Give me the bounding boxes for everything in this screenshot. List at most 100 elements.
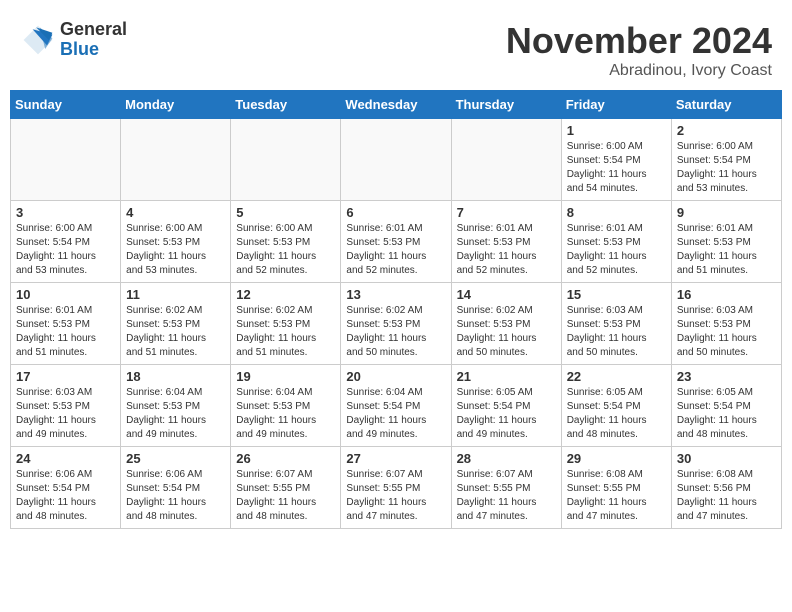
calendar-cell: 27 Sunrise: 6:07 AM Sunset: 5:55 PM Dayli… — [341, 447, 451, 529]
day-info: Sunrise: 6:01 AM Sunset: 5:53 PM Dayligh… — [567, 222, 666, 278]
calendar-cell: 16 Sunrise: 6:03 AM Sunset: 5:53 PM Dayli… — [671, 283, 781, 365]
day-number: 26 — [236, 451, 335, 466]
day-info: Sunrise: 6:02 AM Sunset: 5:53 PM Dayligh… — [346, 304, 445, 360]
day-number: 8 — [567, 205, 666, 220]
weekday-header: Tuesday — [231, 91, 341, 119]
calendar-cell: 1 Sunrise: 6:00 AM Sunset: 5:54 PM Daylig… — [561, 119, 671, 201]
calendar-week-row: 1 Sunrise: 6:00 AM Sunset: 5:54 PM Daylig… — [11, 119, 782, 201]
day-number: 29 — [567, 451, 666, 466]
day-info: Sunrise: 6:02 AM Sunset: 5:53 PM Dayligh… — [457, 304, 556, 360]
day-info: Sunrise: 6:04 AM Sunset: 5:53 PM Dayligh… — [126, 386, 225, 442]
calendar-cell: 21 Sunrise: 6:05 AM Sunset: 5:54 PM Dayli… — [451, 365, 561, 447]
day-info: Sunrise: 6:00 AM Sunset: 5:53 PM Dayligh… — [126, 222, 225, 278]
day-info: Sunrise: 6:05 AM Sunset: 5:54 PM Dayligh… — [677, 386, 776, 442]
day-number: 6 — [346, 205, 445, 220]
calendar-cell: 5 Sunrise: 6:00 AM Sunset: 5:53 PM Daylig… — [231, 201, 341, 283]
calendar-cell — [121, 119, 231, 201]
calendar-cell: 11 Sunrise: 6:02 AM Sunset: 5:53 PM Dayli… — [121, 283, 231, 365]
calendar-cell — [11, 119, 121, 201]
calendar-cell: 10Sunrise: 6:01 AM Sunset: 5:53 PM Dayli… — [11, 283, 121, 365]
day-number: 5 — [236, 205, 335, 220]
day-info: Sunrise: 6:07 AM Sunset: 5:55 PM Dayligh… — [457, 468, 556, 524]
weekday-header-row: SundayMondayTuesdayWednesdayThursdayFrid… — [11, 91, 782, 119]
day-number: 4 — [126, 205, 225, 220]
day-info: Sunrise: 6:02 AM Sunset: 5:53 PM Dayligh… — [126, 304, 225, 360]
calendar-cell — [231, 119, 341, 201]
logo-text: General Blue — [60, 20, 127, 60]
day-info: Sunrise: 6:03 AM Sunset: 5:53 PM Dayligh… — [567, 304, 666, 360]
location: Abradinou, Ivory Coast — [506, 62, 772, 80]
day-number: 20 — [346, 369, 445, 384]
day-number: 1 — [567, 123, 666, 138]
calendar-cell: 4 Sunrise: 6:00 AM Sunset: 5:53 PM Daylig… — [121, 201, 231, 283]
day-info: Sunrise: 6:00 AM Sunset: 5:54 PM Dayligh… — [677, 140, 776, 196]
day-info: Sunrise: 6:00 AM Sunset: 5:54 PM Dayligh… — [567, 140, 666, 196]
day-info: Sunrise: 6:01 AM Sunset: 5:53 PM Dayligh… — [346, 222, 445, 278]
day-info: Sunrise: 6:08 AM Sunset: 5:55 PM Dayligh… — [567, 468, 666, 524]
calendar-cell: 15 Sunrise: 6:03 AM Sunset: 5:53 PM Dayli… — [561, 283, 671, 365]
weekday-header: Wednesday — [341, 91, 451, 119]
day-number: 16 — [677, 287, 776, 302]
weekday-header: Saturday — [671, 91, 781, 119]
calendar-cell: 9 Sunrise: 6:01 AM Sunset: 5:53 PM Daylig… — [671, 201, 781, 283]
title-block: November 2024 Abradinou, Ivory Coast — [506, 20, 772, 80]
day-number: 9 — [677, 205, 776, 220]
calendar-week-row: 3 Sunrise: 6:00 AM Sunset: 5:54 PM Daylig… — [11, 201, 782, 283]
calendar-cell: 28 Sunrise: 6:07 AM Sunset: 5:55 PM Dayli… — [451, 447, 561, 529]
day-number: 7 — [457, 205, 556, 220]
day-number: 15 — [567, 287, 666, 302]
calendar-cell — [451, 119, 561, 201]
day-number: 11 — [126, 287, 225, 302]
weekday-header: Sunday — [11, 91, 121, 119]
calendar-cell: 3 Sunrise: 6:00 AM Sunset: 5:54 PM Daylig… — [11, 201, 121, 283]
calendar-week-row: 10Sunrise: 6:01 AM Sunset: 5:53 PM Dayli… — [11, 283, 782, 365]
day-number: 13 — [346, 287, 445, 302]
day-number: 27 — [346, 451, 445, 466]
calendar-cell: 19 Sunrise: 6:04 AM Sunset: 5:53 PM Dayli… — [231, 365, 341, 447]
calendar-week-row: 17 Sunrise: 6:03 AM Sunset: 5:53 PM Dayli… — [11, 365, 782, 447]
day-number: 21 — [457, 369, 556, 384]
calendar-cell — [341, 119, 451, 201]
calendar-cell: 12Sunrise: 6:02 AM Sunset: 5:53 PM Dayli… — [231, 283, 341, 365]
calendar-cell: 13 Sunrise: 6:02 AM Sunset: 5:53 PM Dayli… — [341, 283, 451, 365]
day-info: Sunrise: 6:05 AM Sunset: 5:54 PM Dayligh… — [457, 386, 556, 442]
month-title: November 2024 — [506, 20, 772, 62]
weekday-header: Thursday — [451, 91, 561, 119]
day-info: Sunrise: 6:00 AM Sunset: 5:53 PM Dayligh… — [236, 222, 335, 278]
day-info: Sunrise: 6:01 AM Sunset: 5:53 PM Dayligh… — [677, 222, 776, 278]
day-info: Sunrise: 6:05 AM Sunset: 5:54 PM Dayligh… — [567, 386, 666, 442]
calendar-cell: 30Sunrise: 6:08 AM Sunset: 5:56 PM Dayli… — [671, 447, 781, 529]
day-info: Sunrise: 6:07 AM Sunset: 5:55 PM Dayligh… — [346, 468, 445, 524]
calendar-cell: 29 Sunrise: 6:08 AM Sunset: 5:55 PM Dayli… — [561, 447, 671, 529]
calendar-cell: 14Sunrise: 6:02 AM Sunset: 5:53 PM Dayli… — [451, 283, 561, 365]
calendar-cell: 23 Sunrise: 6:05 AM Sunset: 5:54 PM Dayli… — [671, 365, 781, 447]
calendar-cell: 18 Sunrise: 6:04 AM Sunset: 5:53 PM Dayli… — [121, 365, 231, 447]
day-info: Sunrise: 6:04 AM Sunset: 5:53 PM Dayligh… — [236, 386, 335, 442]
day-number: 22 — [567, 369, 666, 384]
calendar-cell: 22 Sunrise: 6:05 AM Sunset: 5:54 PM Dayli… — [561, 365, 671, 447]
day-number: 28 — [457, 451, 556, 466]
day-info: Sunrise: 6:04 AM Sunset: 5:54 PM Dayligh… — [346, 386, 445, 442]
page-header: General Blue November 2024 Abradinou, Iv… — [10, 10, 782, 85]
calendar-table: SundayMondayTuesdayWednesdayThursdayFrid… — [10, 90, 782, 529]
day-number: 10 — [16, 287, 115, 302]
calendar-week-row: 24Sunrise: 6:06 AM Sunset: 5:54 PM Dayli… — [11, 447, 782, 529]
day-number: 23 — [677, 369, 776, 384]
calendar-cell: 17 Sunrise: 6:03 AM Sunset: 5:53 PM Dayli… — [11, 365, 121, 447]
day-number: 19 — [236, 369, 335, 384]
day-number: 17 — [16, 369, 115, 384]
day-number: 3 — [16, 205, 115, 220]
day-info: Sunrise: 6:00 AM Sunset: 5:54 PM Dayligh… — [16, 222, 115, 278]
day-info: Sunrise: 6:08 AM Sunset: 5:56 PM Dayligh… — [677, 468, 776, 524]
day-number: 18 — [126, 369, 225, 384]
calendar-cell: 25Sunrise: 6:06 AM Sunset: 5:54 PM Dayli… — [121, 447, 231, 529]
logo: General Blue — [20, 20, 127, 60]
calendar-cell: 6 Sunrise: 6:01 AM Sunset: 5:53 PM Daylig… — [341, 201, 451, 283]
day-info: Sunrise: 6:01 AM Sunset: 5:53 PM Dayligh… — [457, 222, 556, 278]
day-number: 25 — [126, 451, 225, 466]
day-info: Sunrise: 6:03 AM Sunset: 5:53 PM Dayligh… — [16, 386, 115, 442]
day-info: Sunrise: 6:06 AM Sunset: 5:54 PM Dayligh… — [16, 468, 115, 524]
calendar-cell: 20 Sunrise: 6:04 AM Sunset: 5:54 PM Dayli… — [341, 365, 451, 447]
logo-icon — [20, 22, 56, 58]
day-info: Sunrise: 6:03 AM Sunset: 5:53 PM Dayligh… — [677, 304, 776, 360]
